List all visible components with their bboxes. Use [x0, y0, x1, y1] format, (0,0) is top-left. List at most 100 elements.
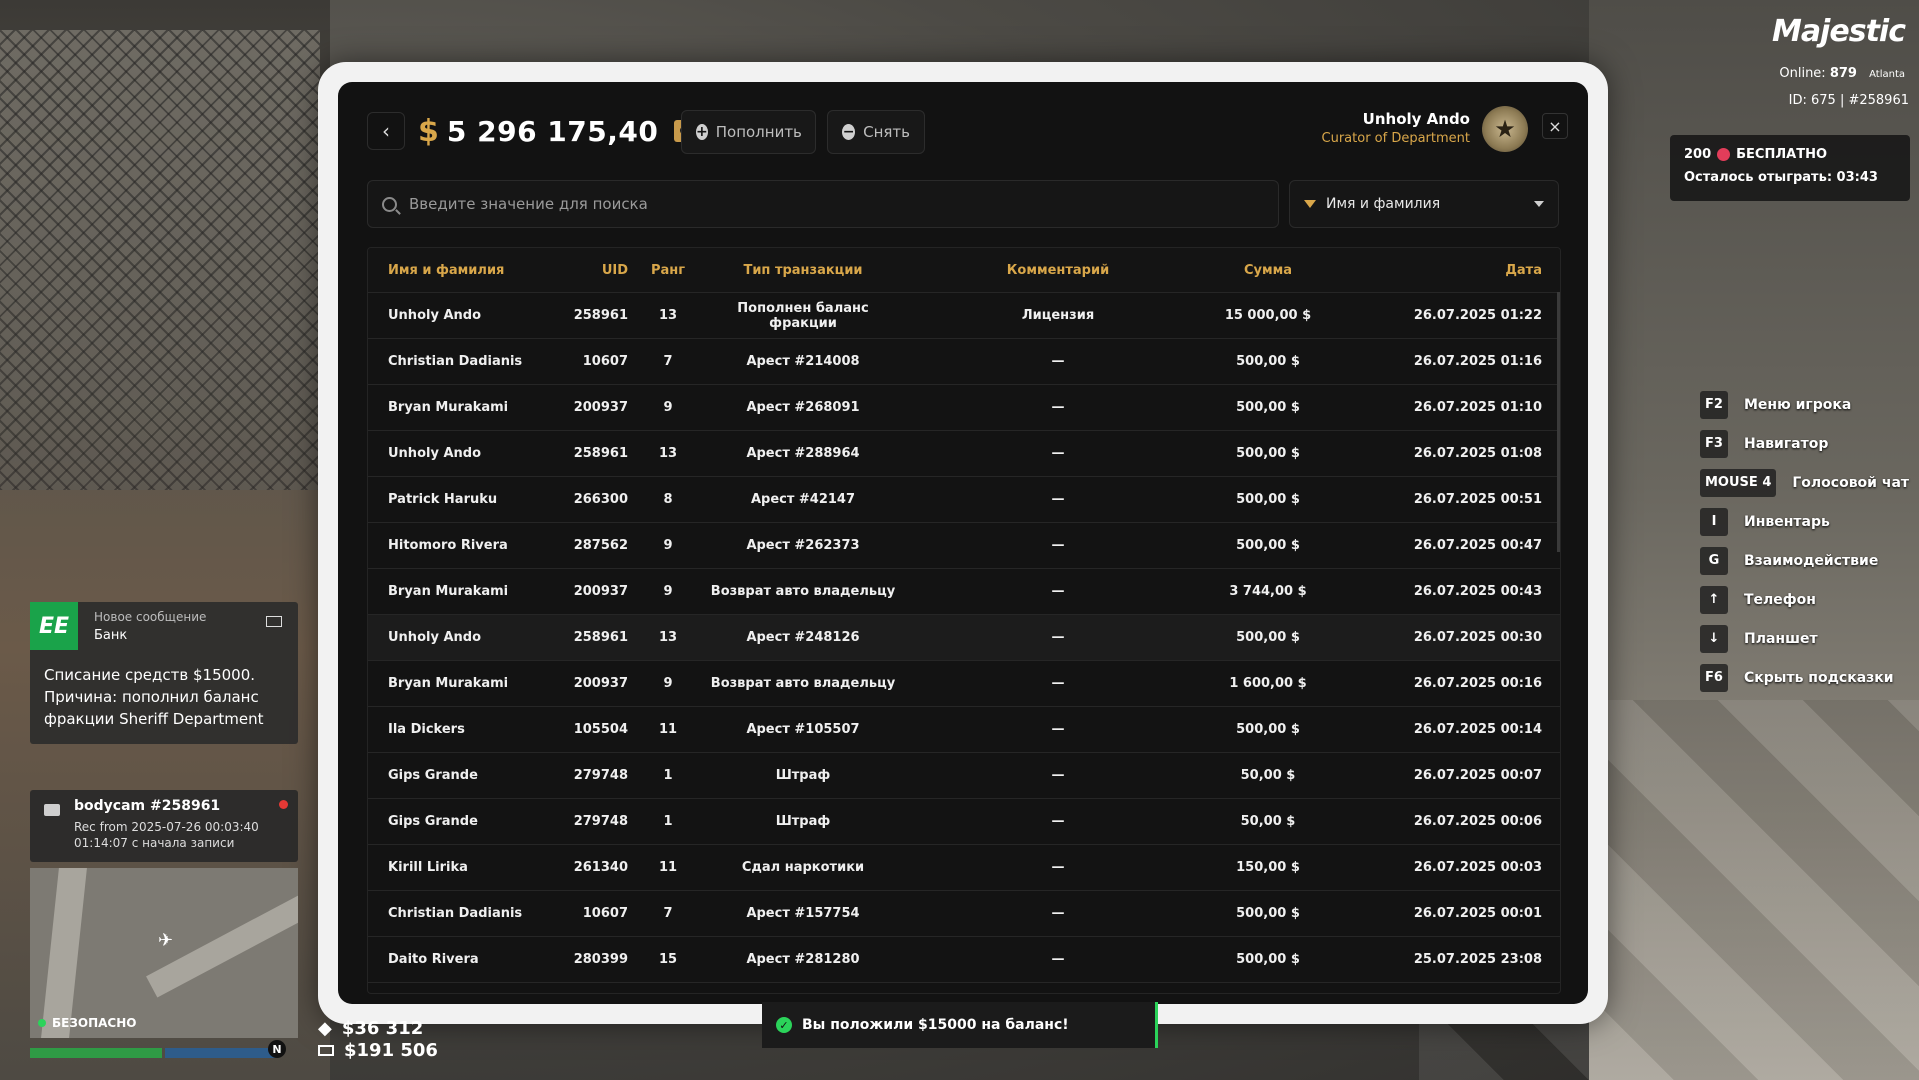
filter-value: Имя и фамилия: [1326, 196, 1441, 212]
chevron-left-icon: ‹: [382, 119, 390, 143]
deposit-button[interactable]: + Пополнить: [681, 110, 816, 154]
cell-name: Bryan Murakami: [388, 676, 509, 691]
filter-dropdown[interactable]: Имя и фамилия: [1289, 180, 1559, 228]
column-header-type[interactable]: Тип транзакции: [708, 263, 898, 278]
cell-comment: —: [1051, 676, 1065, 691]
scrollbar[interactable]: [1557, 292, 1560, 552]
cell-uid: 258961: [573, 630, 628, 645]
table-row[interactable]: Daito Rivera 280399 15 Арест #281280 — 500,00…: [368, 937, 1560, 983]
cell-name: Bryan Murakami: [388, 584, 509, 599]
table-row[interactable]: Bryan Murakami 200937 9 Арест #268091 — 500,0…: [368, 385, 1560, 431]
column-header-date[interactable]: Дата: [1318, 263, 1558, 278]
cell-rank: 13: [658, 446, 678, 461]
table-body: Unholy Ando 258961 13 Пополнен баланс фракц…: [368, 293, 1560, 983]
cell-type: Арест #281280: [746, 952, 860, 967]
cell-rank: 9: [663, 584, 673, 599]
cell-type: Возврат авто владельцу: [710, 584, 896, 599]
filter-icon: [1304, 200, 1316, 208]
table-row[interactable]: Bryan Murakami 200937 9 Возврат авто владел…: [368, 569, 1560, 615]
back-button[interactable]: ‹: [367, 112, 405, 150]
cell-type: Арест #262373: [746, 538, 860, 553]
hotkey-label: Планшет: [1744, 630, 1818, 647]
deposit-label: Пополнить: [715, 123, 802, 141]
hotkey-label: Инвентарь: [1744, 513, 1830, 530]
table-row[interactable]: Gips Grande 279748 1 Штраф — 50,00 $ 26.07.202…: [368, 753, 1560, 799]
hotkey-label: Скрыть подсказки: [1744, 669, 1894, 686]
safety-status: БЕЗОПАСНО: [38, 1016, 136, 1030]
column-header-rank[interactable]: Ранг: [628, 263, 708, 278]
table-row[interactable]: Gips Grande 279748 1 Штраф — 50,00 $ 26.07.202…: [368, 799, 1560, 845]
cell-comment: —: [1051, 814, 1065, 829]
cell-name: Gips Grande: [388, 814, 478, 829]
table-row[interactable]: Hitomoro Rivera 287562 9 Арест #262373 — 500,…: [368, 523, 1560, 569]
table-row[interactable]: Unholy Ando 258961 13 Пополнен баланс фракц…: [368, 293, 1560, 339]
cell-date: 26.07.2025 00:07: [1413, 768, 1542, 783]
hotkey-hint: G Взаимодействие: [1700, 541, 1909, 580]
cell-type: Арест #268091: [746, 400, 860, 415]
close-icon: ×: [1548, 116, 1562, 136]
cell-comment: —: [1051, 860, 1065, 875]
table-row[interactable]: Ila Dickers 105504 11 Арест #105507 — 500,00 …: [368, 707, 1560, 753]
cell-name: Patrick Haruku: [388, 492, 498, 507]
cell-comment: —: [1051, 354, 1065, 369]
cell-rank: 15: [658, 952, 678, 967]
cell-uid: 258961: [573, 446, 628, 461]
cell-type: Арест #214008: [746, 354, 860, 369]
withdraw-button[interactable]: − Снять: [827, 110, 925, 154]
search-input[interactable]: [407, 194, 1271, 214]
table-row[interactable]: Kirill Lirika 261340 11 Сдал наркотики — 150,…: [368, 845, 1560, 891]
close-button[interactable]: ×: [1542, 113, 1568, 139]
cell-type: Арест #105507: [746, 722, 860, 737]
column-header-name[interactable]: Имя и фамилия: [368, 263, 568, 278]
user-info: Unholy Ando Curator of Department: [1322, 110, 1470, 146]
cell-amount: 500,00 $: [1236, 354, 1300, 369]
cash-icon: ◆: [318, 1018, 332, 1039]
cell-uid: 258961: [573, 308, 628, 323]
cell-comment: —: [1051, 584, 1065, 599]
column-header-amount[interactable]: Сумма: [1218, 263, 1318, 278]
cell-amount: 500,00 $: [1236, 906, 1300, 921]
table-row[interactable]: Bryan Murakami 200937 9 Возврат авто владел…: [368, 661, 1560, 707]
health-bar: [30, 1048, 162, 1058]
sheriff-badge-icon: ★: [1482, 106, 1528, 152]
column-header-uid[interactable]: UID: [568, 263, 628, 278]
cash-amount: $36 312: [341, 1018, 424, 1039]
envelope-icon: [266, 616, 282, 627]
cell-name: Bryan Murakami: [388, 400, 509, 415]
cell-amount: 500,00 $: [1236, 400, 1300, 415]
coin-icon: [1717, 148, 1731, 161]
cell-uid: 279748: [573, 814, 628, 829]
hotkey-label: Телефон: [1744, 591, 1816, 608]
cash-display: ◆ $36 312: [318, 1018, 423, 1039]
hotkey-hints: F2 Меню игрока F3 Навигатор MOUSE 4 Голосовой…: [1700, 385, 1909, 697]
online-label: Online:: [1779, 66, 1826, 81]
bonus-remaining: Осталось отыграть: 03:43: [1684, 170, 1878, 185]
bodycam-rec-from: Rec from 2025-07-26 00:03:40: [74, 820, 259, 834]
table-row[interactable]: Unholy Ando 258961 13 Арест #288964 — 500,00 …: [368, 431, 1560, 477]
cell-rank: 9: [663, 538, 673, 553]
cell-amount: 15 000,00 $: [1224, 308, 1312, 323]
bonus-panel: 200 БЕСПЛАТНО Осталось отыграть: 03:43: [1670, 135, 1910, 201]
table-row[interactable]: Patrick Haruku 266300 8 Арест #42147 — 500,00…: [368, 477, 1560, 523]
cell-date: 26.07.2025 00:30: [1413, 630, 1542, 645]
withdraw-label: Снять: [863, 123, 910, 141]
cell-comment: —: [1051, 538, 1065, 553]
cell-type: Арест #288964: [746, 446, 860, 461]
plus-circle-icon: +: [696, 124, 708, 140]
search-icon: [382, 196, 397, 212]
cell-uid: 279748: [573, 768, 628, 783]
cell-name: Gips Grande: [388, 768, 478, 783]
armor-bar: [165, 1048, 277, 1058]
table-row[interactable]: Christian Dadianis 10607 7 Арест #157754 — 50…: [368, 891, 1560, 937]
cell-name: Unholy Ando: [388, 308, 482, 323]
dollar-icon: $: [418, 113, 439, 149]
cell-rank: 13: [658, 308, 678, 323]
column-header-comment[interactable]: Комментарий: [898, 263, 1218, 278]
balance-display: $ 5 296 175,40: [418, 110, 701, 152]
hotkey-hint: MOUSE 4 Голосовой чат: [1700, 463, 1909, 502]
safety-label: БЕЗОПАСНО: [52, 1016, 137, 1030]
table-row[interactable]: Christian Dadianis 10607 7 Арест #214008 — 50…: [368, 339, 1560, 385]
table-row[interactable]: Unholy Ando 258961 13 Арест #248126 — 500,00 …: [368, 615, 1560, 661]
cell-name: Daito Rivera: [388, 952, 479, 967]
table-header: Имя и фамилия UID Ранг Тип транзакции Ко…: [368, 248, 1560, 293]
